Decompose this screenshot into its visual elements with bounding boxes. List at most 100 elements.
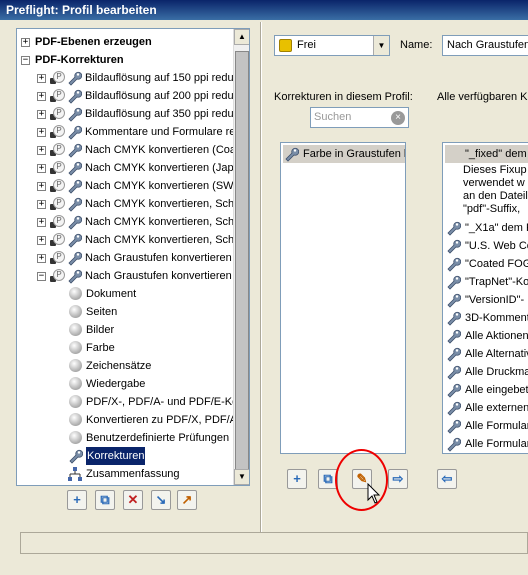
available-item[interactable]: "VersionID"-: [445, 291, 528, 309]
wrench-icon: [445, 328, 462, 344]
available-item[interactable]: "TrapNet"-Ko: [445, 273, 528, 291]
tree-item-label: Dokument: [86, 288, 137, 300]
available-item[interactable]: "U.S. Web Co: [445, 237, 528, 255]
new-correction-button[interactable]: +: [287, 469, 307, 489]
expand-icon[interactable]: +: [37, 236, 46, 245]
clear-search-icon[interactable]: ×: [391, 111, 405, 125]
available-item[interactable]: Alle eingebett: [445, 381, 528, 399]
lock-state-value: Frei: [297, 39, 316, 51]
available-item-label: "TrapNet"-Ko: [465, 276, 528, 288]
tree-item[interactable]: + P Bildauflösung auf 350 ppi reduz: [17, 105, 235, 123]
import-button[interactable]: ↘: [151, 490, 171, 510]
available-item[interactable]: 3D-Kommenta: [445, 309, 528, 327]
tree-item[interactable]: − PDF-Korrekturen: [17, 51, 235, 69]
wrench-icon: [445, 220, 462, 236]
tree-item[interactable]: + P Kommentare und Formulare re: [17, 123, 235, 141]
collapse-icon[interactable]: −: [37, 272, 46, 281]
tree-item[interactable]: Bilder: [17, 321, 235, 339]
tree-item[interactable]: + P Nach Graustufen konvertieren: [17, 249, 235, 267]
export-button[interactable]: ↗: [177, 490, 197, 510]
tree-item[interactable]: + P Nach CMYK konvertieren, Schr: [17, 195, 235, 213]
tree-item[interactable]: Zeichensätze: [17, 357, 235, 375]
available-item[interactable]: "_fixed" dem: [445, 145, 528, 163]
available-item[interactable]: Alle Formular: [445, 417, 528, 435]
available-item[interactable]: Alle Druckmar: [445, 363, 528, 381]
expand-icon[interactable]: +: [37, 182, 46, 191]
move-left-button[interactable]: ⇦: [437, 469, 457, 489]
duplicate-button[interactable]: ⧉: [95, 490, 115, 510]
tree-item-label: PDF/X-, PDF/A- und PDF/E-Kor: [86, 396, 235, 408]
search-placeholder: Suchen: [314, 111, 352, 123]
correction-item[interactable]: Farbe in Graustufen k: [283, 145, 405, 163]
preflight-icon: P: [53, 107, 65, 119]
preflight-icon: P: [53, 125, 65, 137]
chevron-down-icon[interactable]: ▼: [373, 36, 389, 55]
expand-icon[interactable]: +: [37, 92, 46, 101]
tree-item[interactable]: Dokument: [17, 285, 235, 303]
tree-item[interactable]: Zusammenfassung: [17, 465, 235, 483]
corrections-list[interactable]: Farbe in Graustufen k: [280, 142, 406, 454]
expand-icon[interactable]: +: [37, 254, 46, 263]
lock-icon: [279, 39, 292, 52]
tree-item[interactable]: Konvertieren zu PDF/X, PDF/A: [17, 411, 235, 429]
available-item[interactable]: "Coated FOG: [445, 255, 528, 273]
available-item[interactable]: Alle Formular: [445, 435, 528, 453]
move-right-button[interactable]: ⇨: [388, 469, 408, 489]
available-item-label: 3D-Kommenta: [465, 312, 528, 324]
tree-item[interactable]: + P Nach CMYK konvertieren (Coat: [17, 141, 235, 159]
available-item[interactable]: Alle Aktionen: [445, 327, 528, 345]
tree-item[interactable]: + P Nach CMYK konvertieren, Schr: [17, 231, 235, 249]
preflight-icon: P: [53, 89, 65, 101]
tree-item[interactable]: Korrekturen: [17, 447, 235, 465]
tree-scrollbar[interactable]: ▲ ▼: [233, 29, 249, 485]
available-item-label: "U.S. Web Co: [465, 240, 528, 252]
tree-item[interactable]: − P Nach Graustufen konvertieren: [17, 267, 235, 285]
wrench-icon: [445, 382, 462, 398]
lock-state-dropdown[interactable]: Frei ▼: [274, 35, 390, 56]
tree-item[interactable]: Seiten: [17, 303, 235, 321]
category-bulb-icon: [69, 431, 82, 444]
expand-icon[interactable]: +: [37, 200, 46, 209]
wrench-icon: [445, 274, 462, 290]
wrench-icon: [445, 400, 462, 416]
available-item[interactable]: Alle externen: [445, 399, 528, 417]
tree-item[interactable]: + P Nach CMYK konvertieren (Japa: [17, 159, 235, 177]
tree-item[interactable]: + PDF-Ebenen erzeugen: [17, 33, 235, 51]
search-input[interactable]: Suchen ×: [310, 107, 409, 128]
tree-item-label: PDF-Korrekturen: [35, 54, 124, 66]
expand-icon[interactable]: +: [37, 110, 46, 119]
scroll-up-button[interactable]: ▲: [234, 29, 249, 45]
tree-item[interactable]: Wiedergabe: [17, 375, 235, 393]
expand-icon[interactable]: +: [21, 38, 30, 47]
wrench-icon: [67, 448, 84, 464]
available-item-label: Alle eingebett: [465, 384, 528, 396]
expand-icon[interactable]: +: [37, 74, 46, 83]
wrench-icon: [445, 364, 462, 380]
scroll-down-button[interactable]: ▼: [234, 469, 249, 485]
fixup-description-line: "pdf"-Suffix,: [463, 203, 521, 215]
expand-icon[interactable]: +: [37, 218, 46, 227]
profile-tree[interactable]: + PDF-Ebenen erzeugen − PDF-Korrekturen + P Bi…: [16, 28, 250, 486]
tree-item[interactable]: Farbe: [17, 339, 235, 357]
collapse-icon[interactable]: −: [21, 56, 30, 65]
available-item[interactable]: "_X1a" dem P: [445, 219, 528, 237]
tree-item-label: Wiedergabe: [86, 378, 146, 390]
new-button[interactable]: +: [67, 490, 87, 510]
tree-item[interactable]: PDF/X-, PDF/A- und PDF/E-Kor: [17, 393, 235, 411]
available-item[interactable]: Alle Alternativ: [445, 345, 528, 363]
expand-icon[interactable]: +: [37, 128, 46, 137]
tree-item[interactable]: + P Nach CMYK konvertieren, Schr: [17, 213, 235, 231]
available-list[interactable]: "_fixed" dem Dieses Fixup verwendet w an d…: [442, 142, 528, 454]
tree-item-label: Bildauflösung auf 200 ppi reduz: [85, 90, 235, 102]
delete-button[interactable]: ✕: [123, 490, 143, 510]
tree-item[interactable]: + P Bildauflösung auf 200 ppi reduz: [17, 87, 235, 105]
tree-item[interactable]: + P Bildauflösung auf 150 ppi reduz: [17, 69, 235, 87]
scroll-thumb[interactable]: [235, 51, 249, 481]
tree-item[interactable]: + P Nach CMYK konvertieren (SWC: [17, 177, 235, 195]
tree-item[interactable]: Benutzerdefinierte Prüfungen: [17, 429, 235, 447]
panel-divider[interactable]: [260, 22, 262, 532]
expand-icon[interactable]: +: [37, 146, 46, 155]
profile-name-input[interactable]: Nach Graustufen: [442, 35, 528, 56]
mouse-cursor-icon: [367, 483, 381, 504]
expand-icon[interactable]: +: [37, 164, 46, 173]
